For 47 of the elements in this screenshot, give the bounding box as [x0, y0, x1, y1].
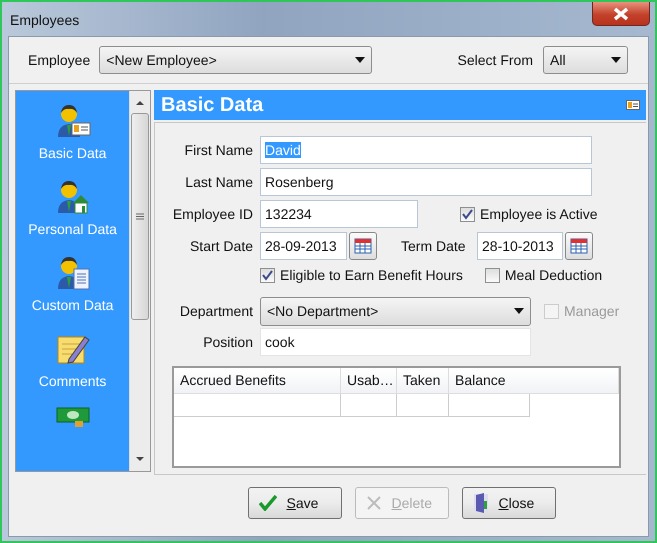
checkbox[interactable]: Eligible to Earn Benefit Hours: [260, 267, 463, 283]
scroll-down-icon[interactable]: [135, 455, 146, 463]
window-title: Employees: [10, 12, 80, 28]
calendar-icon: [354, 238, 372, 254]
table-cell: [397, 394, 449, 417]
section-title: Basic Data: [161, 94, 264, 116]
field-label: Department: [178, 303, 254, 319]
select-from-label: Select From: [458, 52, 533, 68]
checkmark-icon: [262, 270, 273, 280]
employee-label: Employee: [28, 52, 90, 68]
column-header[interactable]: Accrued Benefits: [174, 368, 341, 393]
checkmark-icon: [258, 495, 276, 511]
id-card-icon: [626, 100, 640, 110]
grip-icon: [136, 213, 144, 220]
column-header[interactable]: Taken: [397, 368, 449, 393]
select-from-dropdown[interactable]: All: [543, 46, 628, 74]
table-cell: [341, 394, 397, 417]
scroll-up-icon[interactable]: [135, 99, 146, 107]
field-label: Employee ID: [172, 206, 254, 222]
calendar-button[interactable]: [565, 232, 593, 260]
calendar-button[interactable]: [349, 232, 377, 260]
checkmark-icon: [462, 208, 473, 220]
date-field[interactable]: 28-10-2013: [477, 232, 563, 260]
field-label: Term Date: [401, 238, 467, 254]
scrollbar[interactable]: [129, 91, 150, 471]
text-field[interactable]: cook: [260, 328, 531, 356]
x-icon: [366, 495, 382, 511]
door-icon: [472, 493, 488, 513]
field-label: Start Date: [188, 238, 254, 254]
close-icon: [611, 6, 631, 20]
close-button[interactable]: Close: [462, 487, 556, 519]
checkbox[interactable]: Employee is Active: [460, 206, 598, 222]
column-header[interactable]: Usab…: [341, 368, 397, 393]
field-label: Position: [202, 334, 254, 350]
department-dropdown[interactable]: <No Department>: [260, 296, 531, 326]
employee-dropdown[interactable]: <New Employee>: [99, 46, 372, 74]
save-button[interactable]: Save: [248, 487, 342, 519]
field-label: Last Name: [184, 174, 254, 190]
close-button[interactable]: [592, 2, 650, 26]
field-label: First Name: [184, 142, 254, 158]
text-field[interactable]: Rosenberg: [260, 168, 592, 196]
date-field[interactable]: 28-09-2013: [260, 232, 347, 260]
text-field[interactable]: 132234: [260, 200, 418, 228]
calendar-icon: [570, 238, 588, 254]
column-header[interactable]: Balance: [449, 368, 619, 393]
money-icon: [54, 407, 91, 427]
checkbox[interactable]: Meal Deduction: [484, 267, 602, 283]
